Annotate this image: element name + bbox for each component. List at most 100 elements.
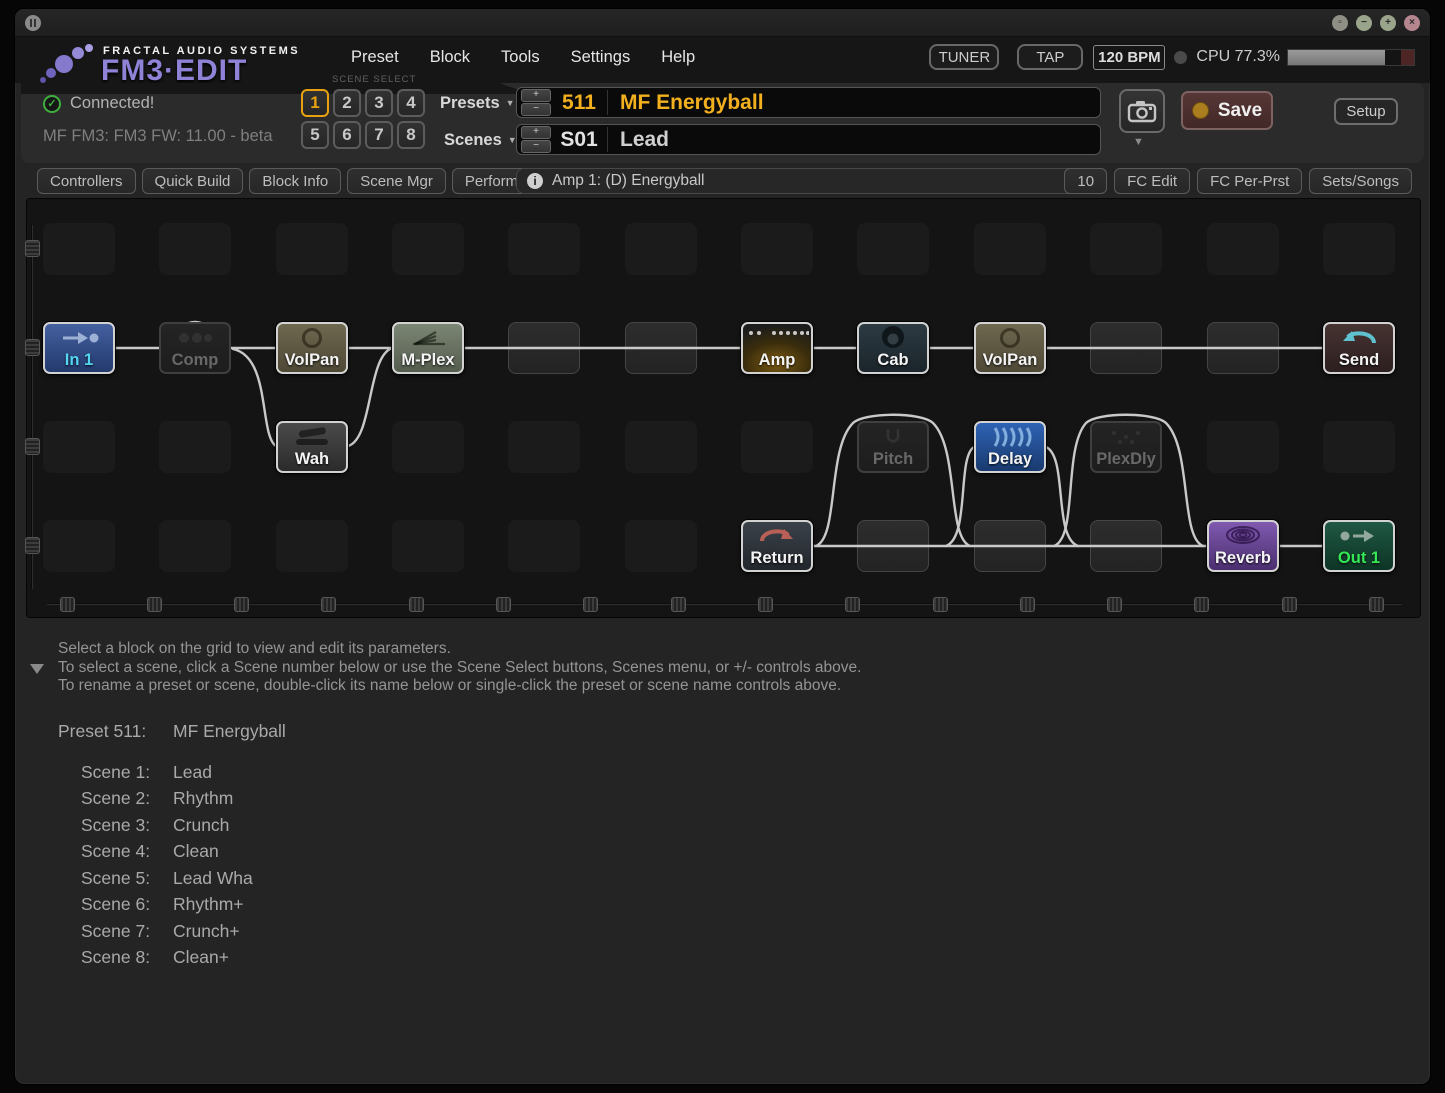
block-volpan[interactable]: VolPan bbox=[974, 322, 1046, 374]
maximize-button-icon[interactable]: + bbox=[1380, 15, 1396, 31]
scene-list-value[interactable]: Rhythm+ bbox=[173, 891, 244, 918]
block-comp[interactable]: Comp bbox=[159, 322, 231, 374]
preset-name[interactable]: MF Energyball bbox=[620, 91, 764, 115]
grid-cell-shunt[interactable] bbox=[1207, 322, 1279, 374]
block-delay[interactable]: Delay bbox=[974, 421, 1046, 473]
scene-button-8[interactable]: 8 bbox=[397, 121, 425, 149]
scene-name[interactable]: Lead bbox=[620, 128, 669, 152]
block-amp[interactable]: Amp bbox=[741, 322, 813, 374]
menu-tools[interactable]: Tools bbox=[501, 48, 540, 67]
grid-cell-shunt[interactable] bbox=[974, 520, 1046, 572]
collapse-triangle-icon[interactable] bbox=[30, 664, 44, 674]
scene-list-value[interactable]: Lead Wha bbox=[173, 865, 253, 892]
setup-button[interactable]: Setup bbox=[1334, 98, 1398, 125]
snapshot-button[interactable] bbox=[1119, 89, 1165, 133]
scene-increment-button[interactable]: + bbox=[521, 126, 551, 139]
scene-list-value[interactable]: Crunch bbox=[173, 812, 229, 839]
grid-cell-empty[interactable] bbox=[1207, 223, 1279, 275]
block-return[interactable]: Return bbox=[741, 520, 813, 572]
scene-list-value[interactable]: Lead bbox=[173, 759, 212, 786]
grid-cell-empty[interactable] bbox=[1207, 421, 1279, 473]
block-wah[interactable]: Wah bbox=[276, 421, 348, 473]
presets-dropdown[interactable]: Presets▼ bbox=[440, 94, 515, 113]
preset-increment-button[interactable]: + bbox=[521, 89, 551, 102]
scene-list-value[interactable]: Crunch+ bbox=[173, 918, 240, 945]
scene-button-4[interactable]: 4 bbox=[397, 89, 425, 117]
save-button[interactable]: Save bbox=[1181, 91, 1273, 130]
scene-list-value[interactable]: Clean+ bbox=[173, 944, 229, 971]
grid-cell-empty[interactable] bbox=[43, 421, 115, 473]
grid-cell-empty[interactable] bbox=[159, 223, 231, 275]
tuner-button[interactable]: TUNER bbox=[929, 44, 999, 70]
grid-cell-empty[interactable] bbox=[741, 223, 813, 275]
grid-cell-empty[interactable] bbox=[392, 223, 464, 275]
scene-button-3[interactable]: 3 bbox=[365, 89, 393, 117]
grid-cell-empty[interactable] bbox=[276, 520, 348, 572]
grid-cell-empty[interactable] bbox=[508, 421, 580, 473]
preset-decrement-button[interactable]: − bbox=[521, 103, 551, 116]
block-pitch[interactable]: Pitch bbox=[857, 421, 929, 473]
close-button-icon[interactable]: × bbox=[1404, 15, 1420, 31]
grid-cell-empty[interactable] bbox=[43, 520, 115, 572]
minimize-button-icon[interactable]: − bbox=[1356, 15, 1372, 31]
camera-dropdown-arrow-icon[interactable]: ▼ bbox=[1133, 136, 1144, 148]
grid-cell-empty[interactable] bbox=[392, 520, 464, 572]
grid-cell-empty[interactable] bbox=[508, 520, 580, 572]
scene-list-value[interactable]: Rhythm bbox=[173, 785, 233, 812]
grid-cell-empty[interactable] bbox=[43, 223, 115, 275]
grid-cell-empty[interactable] bbox=[857, 223, 929, 275]
menu-settings[interactable]: Settings bbox=[571, 48, 631, 67]
grid-cell-empty[interactable] bbox=[159, 520, 231, 572]
tap-tempo-button[interactable]: TAP bbox=[1017, 44, 1083, 70]
scene-button-7[interactable]: 7 bbox=[365, 121, 393, 149]
scene-button-1[interactable]: 1 bbox=[301, 89, 329, 117]
block-send[interactable]: Send bbox=[1323, 322, 1395, 374]
window-scale-button-icon[interactable]: ▫ bbox=[1332, 15, 1348, 31]
block-plexdly[interactable]: PlexDly bbox=[1090, 421, 1162, 473]
grid-cell-empty[interactable] bbox=[741, 421, 813, 473]
scene-list-value[interactable]: Clean bbox=[173, 838, 219, 865]
toolbar-button-sets-songs[interactable]: Sets/Songs bbox=[1309, 168, 1412, 194]
preset-name-field[interactable]: + − 511 MF Energyball bbox=[516, 87, 1101, 118]
scenes-dropdown[interactable]: Scenes▼ bbox=[444, 131, 517, 150]
scene-button-2[interactable]: 2 bbox=[333, 89, 361, 117]
menu-preset[interactable]: Preset bbox=[351, 48, 399, 67]
grid-cell-empty[interactable] bbox=[276, 223, 348, 275]
block-reverb[interactable]: Reverb bbox=[1207, 520, 1279, 572]
block-in-1[interactable]: In 1 bbox=[43, 322, 115, 374]
grid-cell-shunt[interactable] bbox=[1090, 322, 1162, 374]
grid-cell-empty[interactable] bbox=[508, 223, 580, 275]
grid-cell-empty[interactable] bbox=[974, 223, 1046, 275]
grid-cell-shunt[interactable] bbox=[508, 322, 580, 374]
grid-cell-shunt[interactable] bbox=[1090, 520, 1162, 572]
toolbar-button-quick-build[interactable]: Quick Build bbox=[142, 168, 244, 194]
grid-cell-shunt[interactable] bbox=[625, 322, 697, 374]
grid-cell-empty[interactable] bbox=[625, 520, 697, 572]
scene-decrement-button[interactable]: − bbox=[521, 140, 551, 153]
toolbar-button-10[interactable]: 10 bbox=[1064, 168, 1107, 194]
preset-summary-value[interactable]: MF Energyball bbox=[173, 721, 286, 742]
block-m-plex[interactable]: M-Plex bbox=[392, 322, 464, 374]
block-volpan[interactable]: VolPan bbox=[276, 322, 348, 374]
toolbar-button-block-info[interactable]: Block Info bbox=[249, 168, 341, 194]
block-out-1[interactable]: Out 1 bbox=[1323, 520, 1395, 572]
grid-cell-shunt[interactable] bbox=[857, 520, 929, 572]
menu-block[interactable]: Block bbox=[430, 48, 470, 67]
toolbar-button-fc-per-prst[interactable]: FC Per-Prst bbox=[1197, 168, 1302, 194]
scene-name-field[interactable]: + − S01 Lead bbox=[516, 124, 1101, 155]
grid-cell-empty[interactable] bbox=[1323, 421, 1395, 473]
toolbar-button-fc-edit[interactable]: FC Edit bbox=[1114, 168, 1190, 194]
toolbar-button-controllers[interactable]: Controllers bbox=[37, 168, 136, 194]
window-menu-icon[interactable] bbox=[25, 15, 41, 31]
grid-cell-empty[interactable] bbox=[625, 421, 697, 473]
selected-block-info[interactable]: i Amp 1: (D) Energyball bbox=[516, 168, 1106, 194]
menu-help[interactable]: Help bbox=[661, 48, 695, 67]
grid-cell-empty[interactable] bbox=[392, 421, 464, 473]
scene-button-6[interactable]: 6 bbox=[333, 121, 361, 149]
scene-button-5[interactable]: 5 bbox=[301, 121, 329, 149]
toolbar-button-scene-mgr[interactable]: Scene Mgr bbox=[347, 168, 446, 194]
bpm-field[interactable]: 120 BPM bbox=[1093, 45, 1165, 70]
grid-cell-empty[interactable] bbox=[1090, 223, 1162, 275]
grid-cell-empty[interactable] bbox=[625, 223, 697, 275]
block-cab[interactable]: Cab bbox=[857, 322, 929, 374]
